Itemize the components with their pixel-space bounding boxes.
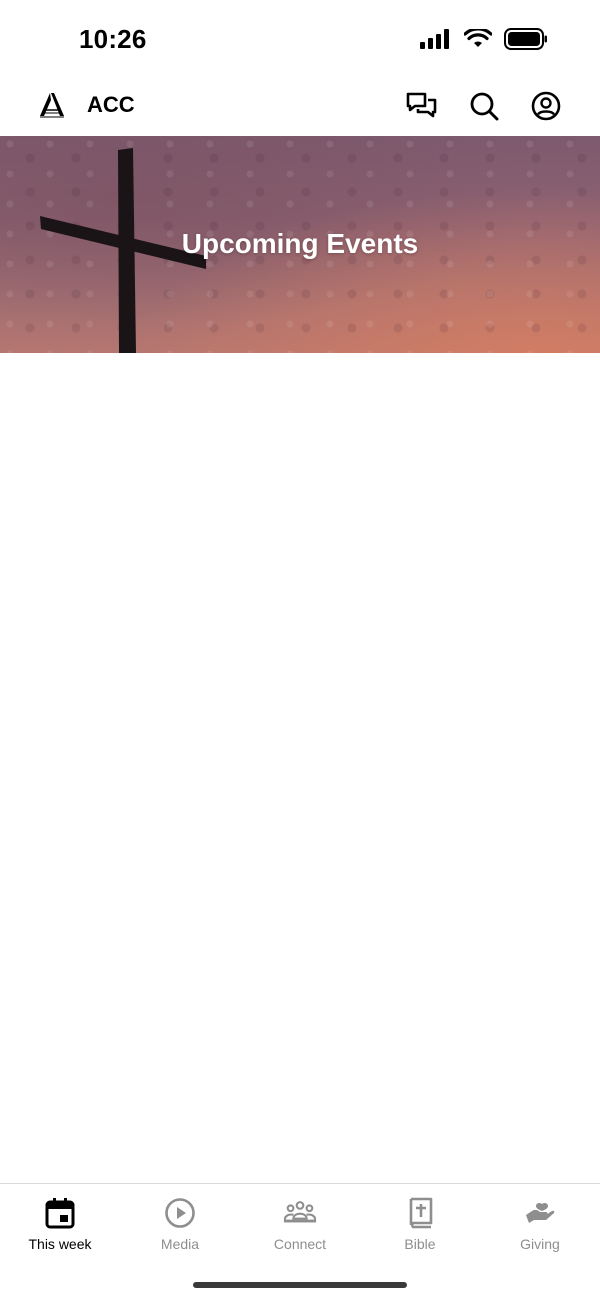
- status-icons: [420, 28, 548, 50]
- group-icon: [283, 1201, 317, 1223]
- bottom-tab-bar: This week Media Connect Bible Giving: [0, 1183, 600, 1300]
- status-bar: 10:26: [0, 0, 600, 80]
- home-indicator: [193, 1282, 407, 1288]
- search-icon: [470, 92, 499, 121]
- tab-list: This week Media Connect Bible Giving: [0, 1184, 600, 1252]
- tab-connect[interactable]: Connect: [240, 1184, 360, 1252]
- tab-bible[interactable]: Bible: [360, 1184, 480, 1252]
- status-time: 10:26: [79, 24, 147, 54]
- tab-label: Media: [160, 1236, 200, 1252]
- church-logo-icon: [40, 93, 64, 118]
- tab-this-week[interactable]: This week: [0, 1184, 120, 1252]
- tab-giving[interactable]: Giving: [480, 1184, 600, 1252]
- profile-icon: [531, 91, 561, 121]
- battery-icon: [504, 28, 547, 50]
- calendar-icon: [45, 1198, 75, 1229]
- tab-label: Giving: [520, 1236, 560, 1252]
- tab-label: This week: [28, 1236, 92, 1252]
- play-icon: [165, 1198, 195, 1228]
- chat-button[interactable]: [406, 90, 438, 122]
- header-actions: [406, 90, 562, 122]
- bible-icon: [409, 1197, 433, 1229]
- tab-label: Connect: [273, 1236, 327, 1252]
- tab-label: Bible: [404, 1236, 436, 1252]
- cellular-signal-icon: [420, 29, 449, 49]
- wifi-icon: [464, 29, 492, 47]
- search-button[interactable]: [468, 90, 500, 122]
- hero-title: Upcoming Events: [181, 228, 419, 259]
- chat-icon: [406, 92, 437, 118]
- app-title: ACC: [87, 92, 135, 117]
- profile-button[interactable]: [530, 90, 562, 122]
- giving-hand-icon: [526, 1202, 555, 1223]
- tab-media[interactable]: Media: [120, 1184, 240, 1252]
- hero-banner: Upcoming Events: [0, 136, 600, 353]
- app-header: ACC: [0, 80, 600, 136]
